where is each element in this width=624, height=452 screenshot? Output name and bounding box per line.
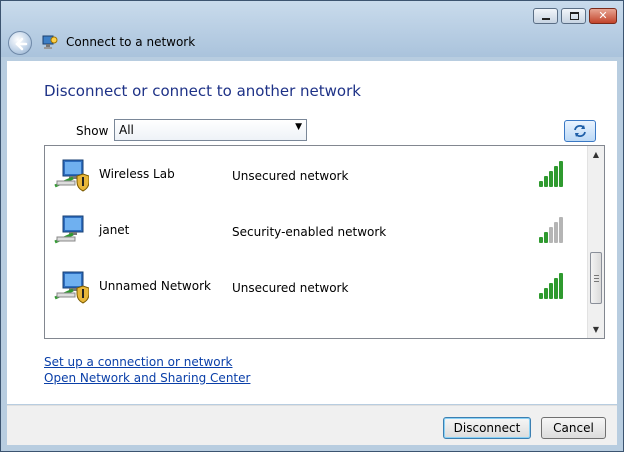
network-row[interactable]: janet Security-enabled network	[45, 202, 587, 258]
signal-strength-icon	[539, 273, 567, 299]
minimize-button[interactable]	[533, 8, 558, 24]
network-row[interactable]: Unnamed Network Unsecured network	[45, 258, 587, 314]
signal-bar	[549, 171, 553, 187]
back-button[interactable]	[8, 31, 32, 55]
network-computer-icon	[54, 215, 84, 244]
close-icon: ✕	[598, 9, 608, 22]
signal-bar	[554, 278, 558, 299]
network-row[interactable]: Wireless Lab Unsecured network	[45, 146, 587, 202]
network-computer-icon	[54, 271, 89, 304]
setup-connection-link[interactable]: Set up a connection or network	[44, 355, 232, 369]
scroll-up-icon[interactable]: ▲	[588, 146, 604, 163]
signal-bar	[549, 283, 553, 299]
network-name: Wireless Lab	[99, 167, 175, 181]
security-status: Security-enabled network	[232, 225, 387, 239]
window-title: Connect to a network	[66, 35, 196, 49]
cancel-button[interactable]: Cancel	[541, 417, 606, 439]
security-status: Unsecured network	[232, 169, 349, 183]
back-arrow-icon	[15, 37, 28, 51]
title-bar: ✕ Connect to a network	[1, 1, 623, 57]
network-title-icon	[42, 35, 58, 49]
button-bar: Disconnect Cancel	[7, 405, 617, 445]
show-label: Show	[76, 124, 109, 138]
refresh-button[interactable]	[564, 120, 596, 142]
network-list[interactable]: Wireless Lab Unsecured network janet Securi…	[44, 145, 605, 339]
maximize-icon	[570, 12, 579, 20]
dialog-content: Disconnect or connect to another network…	[7, 61, 617, 404]
network-name: Unnamed Network	[99, 279, 211, 293]
close-button[interactable]: ✕	[589, 8, 617, 24]
signal-strength-icon	[539, 217, 567, 243]
network-sharing-center-link[interactable]: Open Network and Sharing Center	[44, 371, 250, 385]
security-status: Unsecured network	[232, 281, 349, 295]
signal-bar	[559, 273, 563, 299]
signal-bar	[539, 237, 543, 243]
signal-bar	[554, 222, 558, 243]
signal-strength-icon	[539, 161, 567, 187]
chevron-down-icon: ▼	[295, 122, 302, 132]
connect-network-window: ✕ Connect to a network Disconnect or con…	[0, 0, 624, 452]
list-scrollbar[interactable]: ▲ ▼	[587, 146, 604, 338]
refresh-icon	[574, 125, 586, 137]
show-filter-select[interactable]: All ▼	[114, 119, 307, 141]
page-heading: Disconnect or connect to another network	[44, 82, 361, 100]
signal-bar	[559, 161, 563, 187]
signal-bar	[554, 166, 558, 187]
signal-bar	[559, 217, 563, 243]
signal-strength-icon	[539, 334, 567, 338]
signal-bar	[544, 232, 548, 243]
network-name: janet	[99, 223, 130, 237]
signal-bar	[544, 288, 548, 299]
network-computer-icon	[54, 159, 89, 192]
show-filter-value: All	[119, 123, 134, 137]
scroll-down-icon[interactable]: ▼	[588, 321, 604, 338]
signal-bar	[549, 227, 553, 243]
signal-bar	[544, 176, 548, 187]
partial-network-row[interactable]	[45, 314, 587, 339]
signal-bar	[539, 293, 543, 299]
window-controls: ✕	[533, 8, 617, 24]
minimize-icon	[542, 18, 550, 20]
disconnect-button[interactable]: Disconnect	[443, 417, 531, 439]
maximize-button[interactable]	[561, 8, 586, 24]
scroll-thumb[interactable]	[590, 252, 602, 304]
signal-bar	[539, 181, 543, 187]
network-computer-icon	[53, 334, 89, 339]
